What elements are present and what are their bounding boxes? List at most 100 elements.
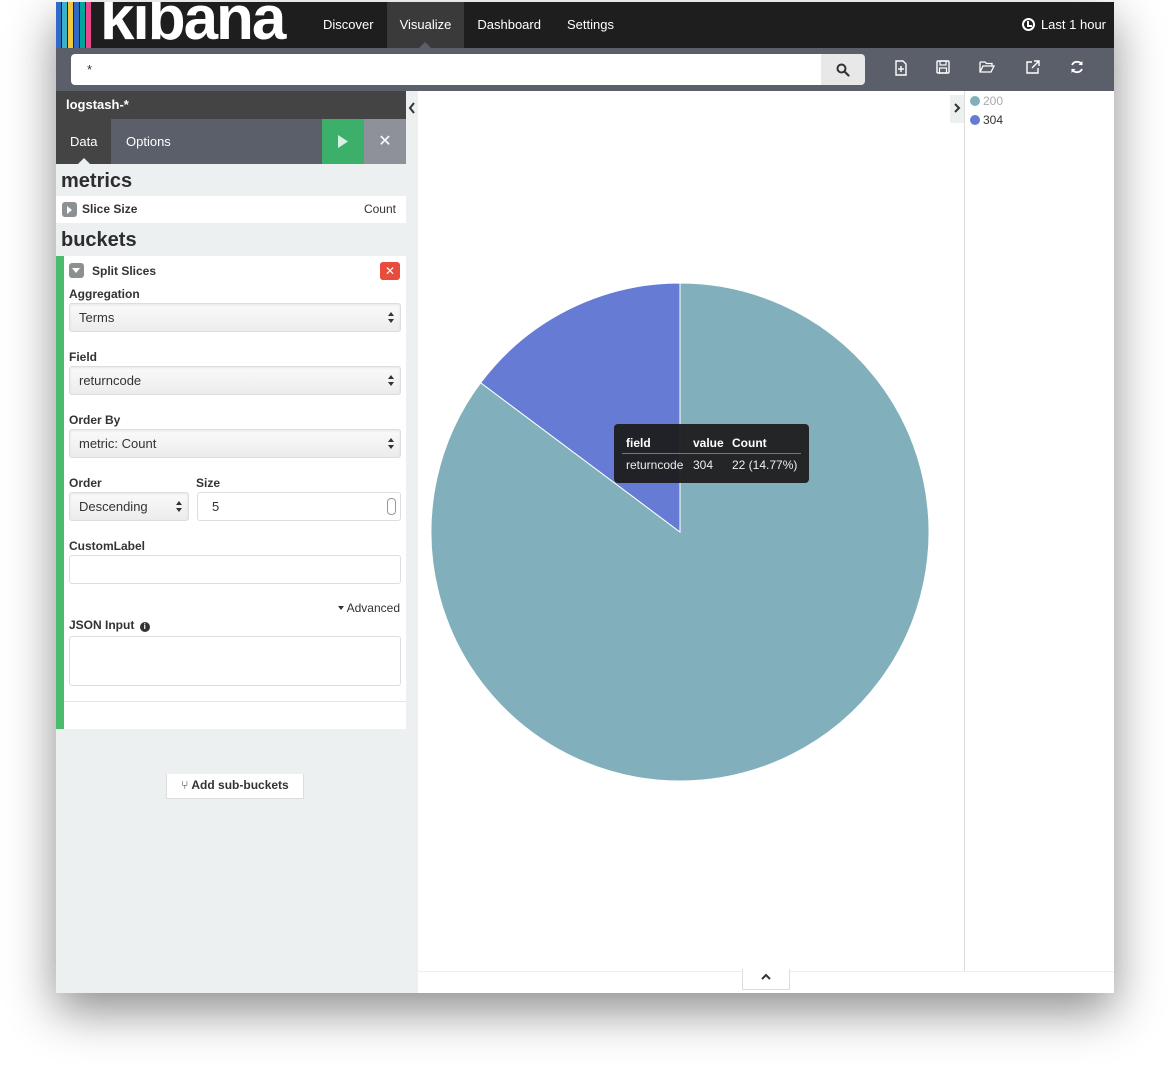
aggregation-value: Terms (79, 310, 115, 325)
tooltip-header-field: field (626, 436, 651, 450)
kibana-logo[interactable]: kibana (56, 2, 296, 48)
logo-stripe (56, 2, 61, 48)
field-value: returncode (79, 373, 142, 388)
refresh-icon[interactable] (1068, 60, 1086, 78)
order-select[interactable]: Descending (69, 492, 189, 521)
vis-editor-sidebar: logstash-* Data Options ✕ metrics Slice … (56, 91, 406, 993)
json-input-label-text: JSON Input (69, 618, 135, 632)
info-icon[interactable]: i (139, 622, 150, 632)
chart-tooltip: field value Count returncode 304 22 (14.… (614, 424, 809, 483)
index-pattern-title: logstash-* (56, 91, 406, 119)
nav-discover[interactable]: Discover (310, 2, 387, 48)
select-arrows-icon (176, 501, 182, 513)
custom-label-label: CustomLabel (69, 539, 146, 553)
remove-bucket-button[interactable]: ✕ (380, 262, 400, 280)
search-bar (56, 48, 1114, 91)
divider (64, 701, 406, 702)
bucket-title: Split Slices (92, 264, 157, 278)
chevron-left-icon (408, 102, 415, 114)
tooltip-divider (622, 453, 801, 454)
legend-toggle[interactable] (950, 95, 964, 123)
metric-label: Slice Size (82, 202, 138, 216)
nav-visualize[interactable]: Visualize (386, 2, 465, 48)
caret-down-icon (337, 606, 344, 610)
json-input-label: JSON Input i (69, 618, 150, 632)
visualization-area (418, 91, 964, 971)
tooltip-field: returncode (626, 458, 684, 472)
advanced-label: Advanced (346, 601, 400, 615)
tooltip-count: 22 (14.77%) (732, 458, 798, 472)
top-nav: kibana Discover Visualize Dashboard Sett… (56, 2, 1114, 48)
nav-links: Discover Visualize Dashboard Settings (310, 2, 627, 48)
custom-label-input[interactable] (69, 555, 401, 584)
time-range-label: Last 1 hour (1040, 17, 1106, 32)
metrics-heading: metrics (61, 170, 133, 192)
metric-value: Count (363, 202, 396, 216)
close-icon: ✕ (384, 264, 396, 278)
tab-data[interactable]: Data (56, 119, 112, 164)
size-value: 5 (212, 499, 220, 514)
collapse-icon[interactable] (69, 263, 84, 278)
legend: 200 304 (964, 91, 1114, 971)
add-sub-buckets-label: Add sub-buckets (191, 778, 289, 792)
split-slices-panel: Split Slices ✕ Aggregation Terms Field r… (56, 256, 406, 729)
legend-dot-200 (970, 96, 980, 106)
tooltip-value: 304 (693, 458, 714, 472)
size-label: Size (196, 476, 221, 490)
order-label: Order (69, 476, 102, 490)
tooltip-header-count: Count (732, 436, 767, 450)
tab-options[interactable]: Options (112, 119, 185, 164)
logo-stripe (68, 2, 73, 48)
select-arrows-icon (388, 312, 394, 324)
close-icon: ✕ (378, 133, 392, 150)
field-label: Field (69, 350, 98, 364)
logo-text: kibana (100, 2, 286, 48)
share-icon[interactable] (1024, 60, 1042, 78)
branch-icon: ⑂ (181, 778, 189, 792)
aggregation-label: Aggregation (69, 287, 140, 301)
play-icon (338, 135, 348, 148)
chevron-up-icon (761, 973, 771, 980)
time-picker[interactable]: Last 1 hour (1021, 2, 1106, 48)
clock-icon (1021, 18, 1035, 31)
tooltip-header-value: value (693, 436, 724, 450)
order-value: Descending (79, 499, 148, 514)
nav-settings[interactable]: Settings (554, 2, 627, 48)
aggregation-select[interactable]: Terms (69, 303, 401, 332)
legend-label: 200 (983, 94, 1004, 108)
editor-panel: metrics Slice Size Count buckets Split S… (56, 164, 406, 993)
order-by-label: Order By (69, 413, 121, 427)
nav-dashboard[interactable]: Dashboard (464, 2, 554, 48)
apply-changes-button[interactable] (322, 119, 364, 164)
search-button[interactable] (821, 54, 865, 85)
search-input[interactable] (71, 54, 821, 85)
sidebar-tabs: Data Options ✕ (56, 119, 406, 164)
search-icon (836, 63, 850, 77)
spy-toggle[interactable] (742, 969, 790, 990)
metric-slice-size[interactable]: Slice Size Count (56, 196, 406, 223)
save-icon[interactable] (934, 60, 952, 78)
order-by-select[interactable]: metric: Count (69, 429, 401, 458)
logo-stripe (86, 2, 91, 48)
chevron-right-icon (954, 103, 961, 113)
advanced-toggle[interactable]: Advanced (337, 601, 400, 615)
json-input-textarea[interactable] (69, 636, 401, 686)
legend-item[interactable]: 304 (970, 112, 1003, 128)
legend-item[interactable]: 200 (970, 93, 1003, 109)
expand-icon[interactable] (62, 202, 77, 217)
browser-window: kibana Discover Visualize Dashboard Sett… (56, 2, 1114, 993)
logo-stripe (74, 2, 79, 48)
order-by-value: metric: Count (79, 436, 157, 451)
select-arrows-icon (388, 375, 394, 387)
number-spinner[interactable] (387, 498, 396, 515)
buckets-heading: buckets (61, 229, 137, 251)
new-visualization-icon[interactable] (892, 60, 910, 78)
select-arrows-icon (388, 438, 394, 450)
sidebar-collapse-bar[interactable] (406, 91, 418, 993)
size-input[interactable]: 5 (197, 492, 401, 521)
field-select[interactable]: returncode (69, 366, 401, 395)
add-sub-buckets-button[interactable]: ⑂ Add sub-buckets (166, 774, 304, 799)
logo-stripe (80, 2, 85, 48)
open-icon[interactable] (978, 60, 996, 78)
discard-changes-button[interactable]: ✕ (364, 119, 406, 164)
